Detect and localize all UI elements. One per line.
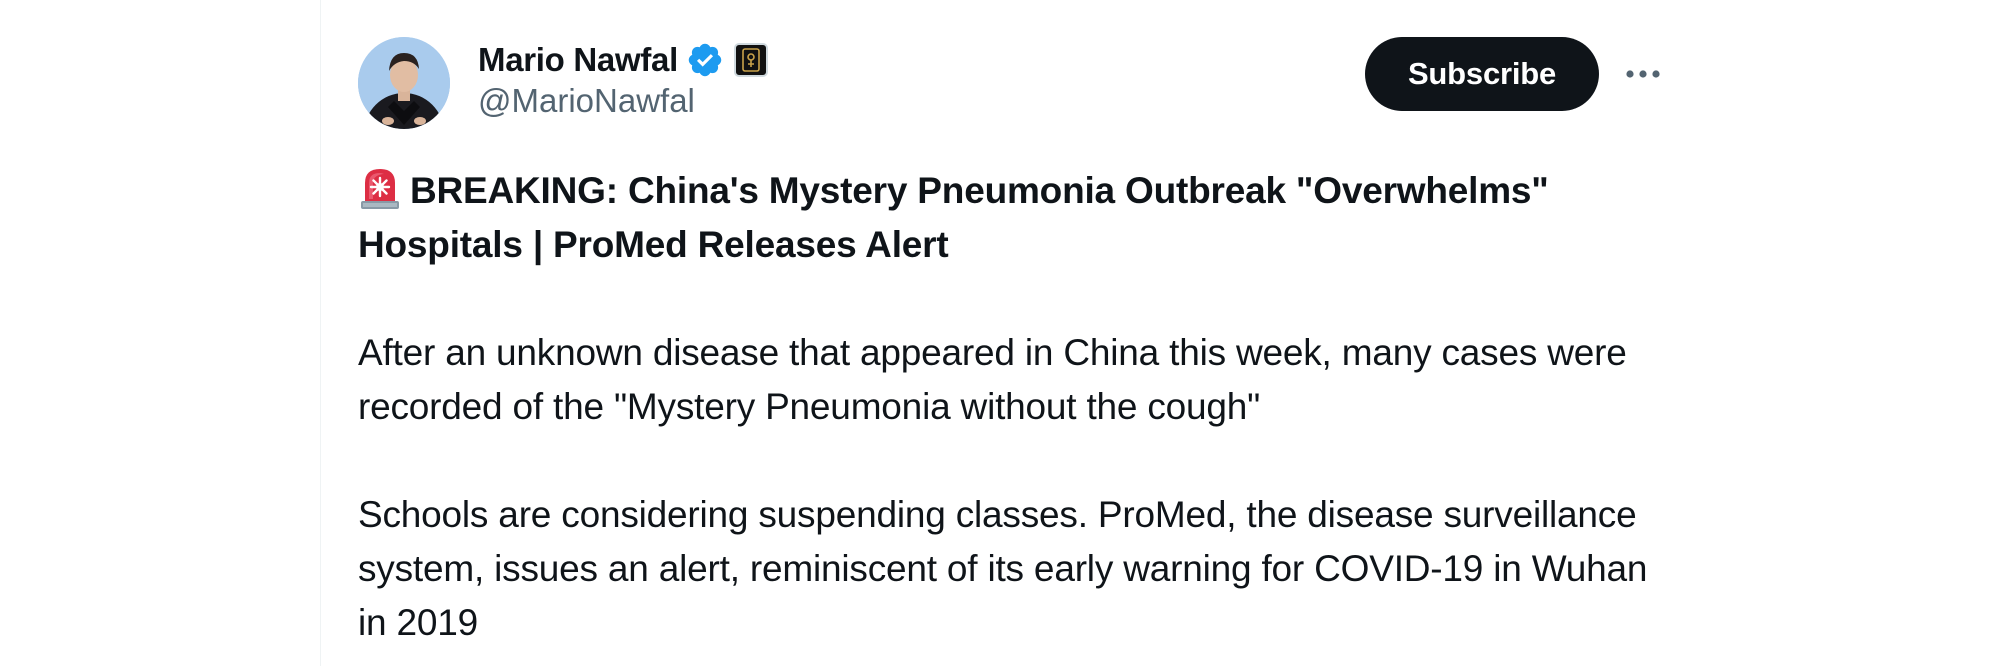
subscribe-button[interactable]: Subscribe bbox=[1365, 37, 1599, 111]
more-horizontal-icon[interactable] bbox=[1623, 58, 1663, 90]
tweet-paragraph: Schools are considering suspending class… bbox=[358, 494, 1648, 643]
author-handle[interactable]: @MarioNawfal bbox=[478, 82, 695, 120]
rotating-light-icon bbox=[358, 165, 402, 211]
affiliate-badge-icon[interactable] bbox=[733, 43, 768, 77]
author-display-name[interactable]: Mario Nawfal bbox=[478, 41, 678, 79]
avatar-image bbox=[358, 37, 450, 129]
tweet-card: Mario Nawfal @MarioNawfal Subscribe BREA… bbox=[358, 0, 1660, 666]
avatar[interactable] bbox=[358, 37, 450, 129]
tweet-paragraph: After an unknown disease that appeared i… bbox=[358, 332, 1627, 427]
timeline-column-border bbox=[320, 0, 321, 666]
tweet-headline-text: BREAKING: China's Mystery Pneumonia Outb… bbox=[358, 170, 1549, 265]
tweet-text: BREAKING: China's Mystery Pneumonia Outb… bbox=[358, 164, 1678, 650]
author-name-row: Mario Nawfal bbox=[478, 38, 768, 82]
verified-badge-icon[interactable] bbox=[686, 41, 724, 79]
tweet-headline: BREAKING: China's Mystery Pneumonia Outb… bbox=[358, 164, 1678, 272]
